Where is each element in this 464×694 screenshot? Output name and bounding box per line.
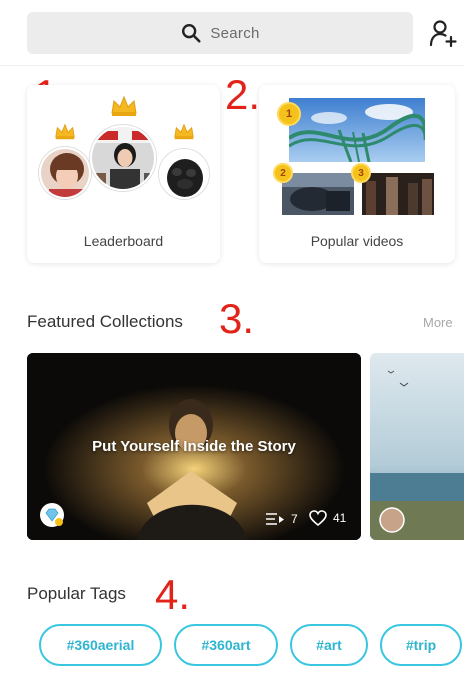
video-count: 7 (291, 512, 298, 526)
tag-trip[interactable]: #trip (380, 624, 462, 666)
search-bar[interactable]: Search (27, 12, 413, 54)
rank-badge-3: 3 (351, 163, 371, 183)
add-user-icon[interactable] (428, 18, 458, 48)
crown-icon (55, 123, 75, 140)
annotation-number-4: 4. (155, 571, 191, 618)
tag-art[interactable]: #art (290, 624, 368, 666)
collection-card[interactable]: Put Yourself Inside the Story 7 41 (27, 353, 361, 540)
avatar[interactable] (159, 149, 209, 199)
tag-360aerial[interactable]: #360aerial (39, 624, 162, 666)
heart-icon (309, 510, 327, 526)
featured-collections-title: Featured Collections (27, 312, 183, 331)
top-bar: Search (0, 0, 464, 66)
rank-badge-2: 2 (273, 163, 293, 183)
leaderboard-label: Leaderboard (83, 233, 164, 249)
crown-icon (111, 95, 137, 116)
collection-video-count: 7 (265, 512, 298, 526)
annotation-number-2: 2. (225, 71, 261, 118)
avatar[interactable] (90, 125, 156, 191)
diamond-badge-icon (40, 503, 64, 527)
annotation-number-3: 3. (219, 295, 255, 342)
like-count: 41 (333, 511, 347, 525)
search-icon (182, 24, 201, 43)
collection-like-count[interactable]: 41 (309, 510, 346, 526)
collection-card-next[interactable] (370, 353, 464, 540)
rank-badge-1: 1 (277, 102, 301, 126)
popular-tags-title: Popular Tags (27, 584, 126, 603)
popular-video-thumbnail-2[interactable] (282, 173, 354, 215)
popular-video-thumbnail-3[interactable] (362, 173, 434, 215)
search-placeholder: Search (210, 24, 260, 42)
more-link[interactable]: More (423, 315, 453, 330)
tag-360art[interactable]: #360art (174, 624, 278, 666)
popular-videos-label: Popular videos (310, 233, 404, 249)
popular-videos-card[interactable]: 1 2 3 Popular videos (259, 85, 455, 263)
popular-video-thumbnail-1[interactable] (289, 98, 425, 162)
collection-title: Put Yourself Inside the Story (92, 438, 296, 455)
leaderboard-card[interactable]: Leaderboard (27, 85, 220, 263)
avatar[interactable] (39, 147, 91, 199)
crown-icon (174, 123, 194, 140)
playlist-icon (266, 513, 284, 525)
